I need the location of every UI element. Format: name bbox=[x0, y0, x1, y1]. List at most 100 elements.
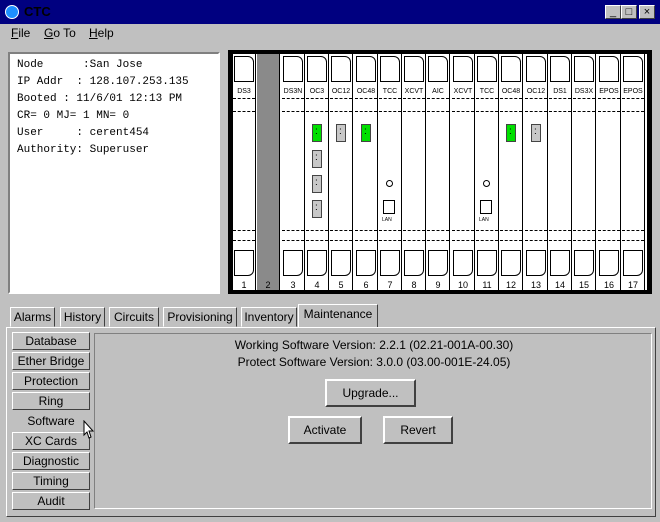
shelf-slot-10[interactable]: XCVT 10 bbox=[452, 54, 475, 290]
card-divider bbox=[403, 98, 425, 99]
tab-maintenance[interactable]: Maintenance bbox=[298, 304, 378, 328]
card-bottom-latch bbox=[234, 250, 254, 276]
alarm-count-line: CR= 0 MJ= 1 MN= 0 bbox=[17, 110, 130, 122]
database-button[interactable]: Database bbox=[12, 332, 90, 350]
port-led-idle bbox=[336, 124, 346, 142]
xc-cards-button[interactable]: XC Cards bbox=[12, 432, 90, 450]
card-name: DS1 bbox=[553, 88, 567, 95]
menu-file[interactable]: File bbox=[11, 26, 30, 40]
audit-button[interactable]: Audit bbox=[12, 492, 90, 510]
minimize-button[interactable]: _ bbox=[605, 5, 621, 19]
node-info-panel: Node :San Jose IP Addr : 128.107.253.135… bbox=[8, 52, 220, 294]
card-top-latch bbox=[283, 56, 303, 82]
card-divider bbox=[500, 98, 522, 99]
shelf-slot-6[interactable]: OC48 6 bbox=[355, 54, 378, 290]
card-bottom-latch bbox=[550, 250, 570, 276]
tab-history[interactable]: History bbox=[60, 307, 105, 327]
slot-number: 15 bbox=[578, 280, 589, 290]
card-divider bbox=[282, 98, 304, 99]
slot-number: 16 bbox=[603, 280, 614, 290]
card-bottom-latch bbox=[404, 250, 424, 276]
lan-port-icon bbox=[480, 200, 492, 214]
maximize-button[interactable]: □ bbox=[621, 5, 637, 19]
card-divider bbox=[549, 240, 571, 241]
card-bottom-latch bbox=[526, 250, 546, 276]
revert-button[interactable]: Revert bbox=[383, 416, 453, 444]
shelf-slot-12[interactable]: OC48 12 bbox=[500, 54, 523, 290]
slot-number: 4 bbox=[314, 280, 320, 290]
menu-goto[interactable]: Go To bbox=[44, 26, 76, 40]
card-name: AIC bbox=[432, 88, 444, 95]
protection-button[interactable]: Protection bbox=[12, 372, 90, 390]
shelf-slot-16[interactable]: EPOS 16 bbox=[598, 54, 621, 290]
timing-button[interactable]: Timing bbox=[12, 472, 90, 490]
card-divider bbox=[525, 111, 547, 112]
card-divider bbox=[476, 240, 498, 241]
app-icon bbox=[5, 5, 19, 19]
card-divider bbox=[427, 98, 449, 99]
card-name: DS3X bbox=[574, 88, 594, 95]
card-name: TCC bbox=[382, 88, 398, 95]
card-divider bbox=[379, 230, 401, 231]
menu-help[interactable]: Help bbox=[89, 26, 114, 40]
card-name: OC48 bbox=[501, 88, 521, 95]
card-divider bbox=[452, 98, 474, 99]
card-divider bbox=[573, 240, 595, 241]
shelf-slot-14[interactable]: DS1 14 bbox=[549, 54, 572, 290]
card-top-latch bbox=[623, 56, 643, 82]
shelf-slot-7[interactable]: TCC LAN 7 bbox=[379, 54, 402, 290]
card-name: EPOS bbox=[599, 88, 619, 95]
card-divider bbox=[525, 240, 547, 241]
tab-provisioning[interactable]: Provisioning bbox=[163, 307, 237, 327]
card-divider bbox=[573, 230, 595, 231]
tab-inventory[interactable]: Inventory bbox=[241, 307, 297, 327]
slot-number: 13 bbox=[530, 280, 541, 290]
shelf-slot-8[interactable]: XCVT 8 bbox=[403, 54, 426, 290]
activate-button[interactable]: Activate bbox=[288, 416, 362, 444]
software-button[interactable]: Software bbox=[12, 412, 90, 430]
card-divider bbox=[233, 98, 255, 99]
slot-number: 5 bbox=[338, 280, 344, 290]
card-divider bbox=[427, 230, 449, 231]
shelf-slot-9[interactable]: AIC 9 bbox=[427, 54, 450, 290]
card-divider bbox=[573, 98, 595, 99]
slot-number: 11 bbox=[482, 280, 492, 290]
card-divider bbox=[306, 111, 328, 112]
shelf-slot-17[interactable]: EPOS 17 bbox=[622, 54, 645, 290]
card-divider bbox=[598, 98, 620, 99]
working-version-text: Working Software Version: 2.2.1 (02.21-0… bbox=[234, 338, 514, 352]
card-top-latch bbox=[380, 56, 400, 82]
lan-label: LAN bbox=[479, 217, 489, 223]
port-led-idle bbox=[312, 175, 322, 193]
card-bottom-latch bbox=[599, 250, 619, 276]
card-name: DS3N bbox=[283, 88, 303, 95]
card-bottom-latch bbox=[380, 250, 400, 276]
slot-number: 12 bbox=[505, 280, 516, 290]
card-divider bbox=[306, 98, 328, 99]
shelf-slot-3[interactable]: DS3N 3 bbox=[282, 54, 305, 290]
card-divider bbox=[355, 240, 377, 241]
shelf-slot-11[interactable]: TCC LAN 11 bbox=[476, 54, 499, 290]
mouse-cursor-icon bbox=[83, 420, 95, 439]
shelf-slot-2[interactable]: 2 bbox=[257, 54, 280, 290]
tab-circuits[interactable]: Circuits bbox=[109, 307, 159, 327]
card-divider bbox=[282, 111, 304, 112]
authority-line: Authority: Superuser bbox=[17, 144, 150, 156]
upgrade-button[interactable]: Upgrade... bbox=[325, 379, 416, 407]
diagnostic-button[interactable]: Diagnostic bbox=[12, 452, 90, 470]
card-top-latch bbox=[428, 56, 448, 82]
close-button[interactable]: × bbox=[639, 5, 655, 19]
card-divider bbox=[355, 230, 377, 231]
shelf-slot-15[interactable]: DS3X 15 bbox=[573, 54, 596, 290]
shelf-slot-5[interactable]: OC12 5 bbox=[330, 54, 353, 290]
card-top-latch bbox=[234, 56, 254, 82]
shelf-slot-13[interactable]: OC12 13 bbox=[525, 54, 548, 290]
tab-alarms[interactable]: Alarms bbox=[10, 307, 55, 327]
shelf-slot-1[interactable]: DS3 1 bbox=[233, 54, 256, 290]
shelf-slot-4[interactable]: OC3 4 bbox=[306, 54, 329, 290]
ring-button[interactable]: Ring bbox=[12, 392, 90, 410]
card-divider bbox=[233, 240, 255, 241]
card-divider bbox=[233, 230, 255, 231]
ether-bridge-button[interactable]: Ether Bridge bbox=[12, 352, 90, 370]
card-divider bbox=[355, 98, 377, 99]
